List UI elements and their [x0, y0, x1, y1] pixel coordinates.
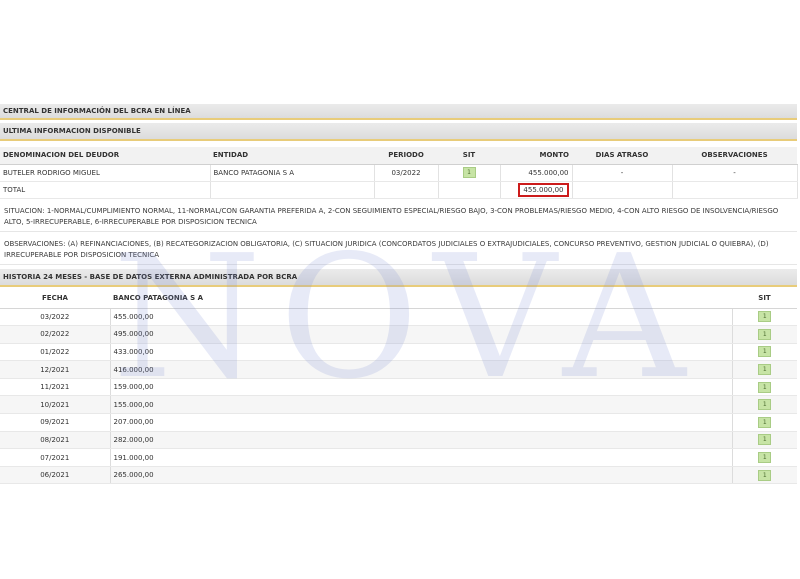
- table-row: 07/2021 191.000,00 1: [0, 448, 797, 467]
- periodo-value: 03/2022: [374, 164, 439, 182]
- table-row: 01/2022 433.000,00 1: [0, 343, 797, 362]
- section-title-ultima: ULTIMA INFORMACION DISPONIBLE: [0, 123, 797, 141]
- history-fecha: 07/2021: [0, 448, 111, 467]
- col-denominacion: DENOMINACION DEL DEUDOR: [0, 147, 210, 165]
- col-periodo: PERIODO: [374, 147, 438, 165]
- history-sit-badge: 1: [758, 346, 772, 358]
- obs-value: -: [672, 164, 798, 182]
- history-fecha: 09/2021: [0, 413, 111, 432]
- history-fecha: 12/2021: [0, 360, 111, 379]
- history-monto: 282.000,00: [110, 431, 733, 450]
- history-sit-badge: 1: [758, 434, 772, 446]
- history-fecha: 06/2021: [0, 466, 111, 485]
- history-table-header: FECHA BANCO PATAGONIA S A SIT: [0, 288, 797, 309]
- history-monto: 191.000,00: [110, 448, 733, 467]
- table-row: 08/2021 282.000,00 1: [0, 431, 797, 450]
- history-table-container: FECHA BANCO PATAGONIA S A SIT 03/2022 45…: [0, 288, 797, 485]
- col-obs: OBSERVACIONES: [672, 147, 797, 165]
- panel-title: CENTRAL DE INFORMACIÓN DEL BCRA EN LÍNEA: [0, 104, 797, 120]
- history-fecha: 11/2021: [0, 378, 111, 397]
- table-row: 06/2021 265.000,00 1: [0, 466, 797, 485]
- history-sit-badge: 1: [758, 399, 772, 411]
- history-monto: 207.000,00: [110, 413, 733, 432]
- debtor-table: DENOMINACION DEL DEUDOR ENTIDAD PERIODO …: [0, 147, 798, 199]
- entidad-name: BANCO PATAGONIA S A: [210, 164, 375, 182]
- history-title: HISTORIA 24 MESES - BASE DE DATOS EXTERN…: [0, 269, 797, 287]
- history-sit-badge: 1: [758, 311, 772, 323]
- table-row: 09/2021 207.000,00 1: [0, 413, 797, 432]
- total-label: TOTAL: [0, 181, 211, 199]
- history-monto: 416.000,00: [110, 360, 733, 379]
- history-monto: 155.000,00: [110, 395, 733, 415]
- table-row: 11/2021 159.000,00 1: [0, 378, 797, 397]
- col-monto: MONTO: [500, 147, 572, 165]
- history-fecha: 10/2021: [0, 395, 111, 415]
- history-monto: 455.000,00: [110, 308, 733, 327]
- history-fecha: 01/2022: [0, 343, 111, 362]
- table-row: 03/2022 455.000,00 1: [0, 308, 797, 327]
- col-banco: BANCO PATAGONIA S A: [110, 288, 732, 309]
- sit-cell: 1: [438, 164, 501, 182]
- history-monto: 265.000,00: [110, 466, 733, 485]
- history-sit-badge: 1: [758, 469, 772, 481]
- total-row: TOTAL 455.000,00: [0, 181, 798, 199]
- col-sit: SIT: [438, 147, 500, 165]
- history-table: FECHA BANCO PATAGONIA S A SIT 03/2022 45…: [0, 288, 797, 485]
- deudor-name: BUTELER RODRIGO MIGUEL: [0, 164, 211, 182]
- debtor-row: BUTELER RODRIGO MIGUEL BANCO PATAGONIA S…: [0, 164, 798, 182]
- history-fecha: 08/2021: [0, 431, 111, 450]
- history-monto: 159.000,00: [110, 378, 733, 397]
- history-fecha: 03/2022: [0, 308, 111, 327]
- debtor-table-container: DENOMINACION DEL DEUDOR ENTIDAD PERIODO …: [0, 147, 798, 199]
- col-dias: DIAS ATRASO: [572, 147, 672, 165]
- situacion-legend: SITUACION: 1-NORMAL/CUMPLIMIENTO NORMAL,…: [0, 203, 797, 232]
- monto-value: 455.000,00: [500, 164, 573, 182]
- table-row: 10/2021 155.000,00 1: [0, 395, 797, 415]
- history-fecha: 02/2022: [0, 325, 111, 344]
- observaciones-legend: OBSERVACIONES: (A) REFINANCIACIONES, (B)…: [0, 236, 797, 265]
- col-fecha: FECHA: [0, 288, 110, 309]
- history-monto: 433.000,00: [110, 343, 733, 362]
- col-hist-sit: SIT: [732, 288, 797, 309]
- history-sit-badge: 1: [758, 328, 772, 340]
- history-monto: 495.000,00: [110, 325, 733, 344]
- history-sit-badge: 1: [758, 452, 772, 464]
- dias-value: -: [572, 164, 673, 182]
- table-row: 12/2021 416.000,00 1: [0, 360, 797, 379]
- history-sit-badge: 1: [758, 416, 772, 428]
- debtor-table-header: DENOMINACION DEL DEUDOR ENTIDAD PERIODO …: [0, 147, 797, 165]
- table-row: 02/2022 495.000,00 1: [0, 325, 797, 344]
- col-entidad: ENTIDAD: [210, 147, 374, 165]
- sit-badge: 1: [462, 167, 476, 178]
- total-monto-highlight: 455.000,00: [518, 182, 569, 197]
- history-sit-badge: 1: [758, 364, 772, 376]
- history-sit-badge: 1: [758, 381, 772, 393]
- total-cell: 455.000,00: [500, 181, 573, 199]
